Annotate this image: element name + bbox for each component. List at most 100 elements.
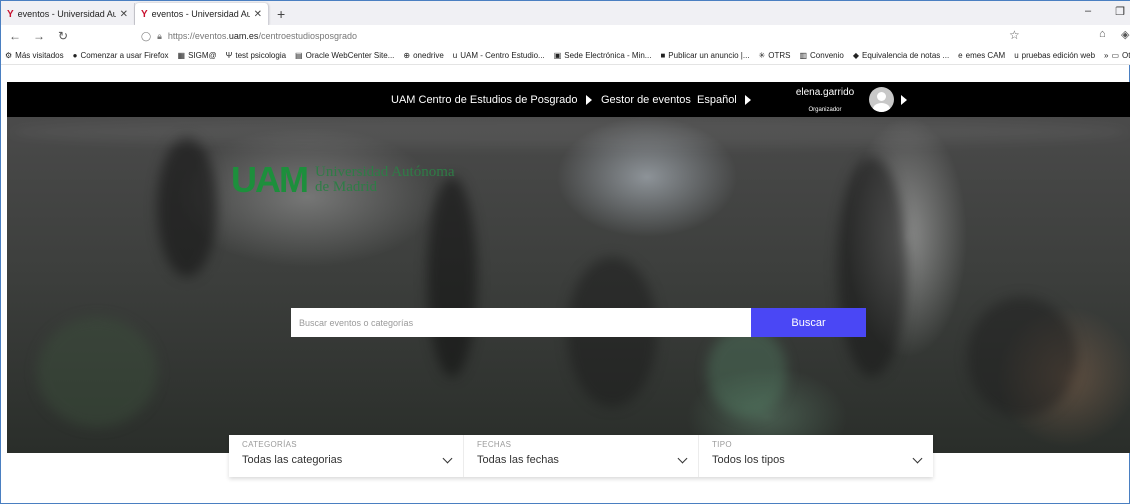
bookmark-label: Comenzar a usar Firefox	[80, 51, 169, 60]
user-role: Organizador	[808, 106, 842, 113]
center-menu[interactable]: UAM Centro de Estudios de Posgrado	[391, 82, 592, 117]
other-bookmarks-label: Otros ma	[1122, 51, 1130, 60]
bookmark-label: Publicar un anuncio |...	[668, 51, 750, 60]
minimize-icon[interactable]: –	[1085, 5, 1091, 18]
filter-categories[interactable]: CATEGORÍAS Todas las categorias	[229, 435, 464, 477]
forward-icon[interactable]: →	[29, 29, 49, 43]
bookmark-item[interactable]: ▣ Sede Electrónica - Min...	[554, 51, 652, 60]
otrs-icon: ✳	[758, 51, 766, 60]
close-tab-icon[interactable]: ✕	[254, 9, 262, 20]
restore-icon[interactable]: ❐	[1115, 5, 1125, 18]
events-manager-link[interactable]: Gestor de eventos	[601, 82, 691, 117]
gear-icon: ⚙	[5, 51, 13, 60]
events-manager-label: Gestor de eventos	[601, 93, 691, 106]
tab-title: eventos - Universidad Autónom	[17, 9, 116, 19]
bookmark-item[interactable]: Ψtest psicologia	[226, 51, 286, 60]
bookmark-item[interactable]: ▥ Convenio	[799, 51, 843, 60]
caret-right-icon	[901, 94, 907, 105]
site-topbar: UAM Centro de Estudios de Posgrado Gesto…	[7, 82, 1130, 117]
filter-dates[interactable]: FECHAS Todas las fechas	[464, 435, 699, 477]
convenio-icon: ▥	[799, 51, 808, 60]
bookmark-item[interactable]: u pruebas edición web	[1014, 51, 1095, 60]
uam-icon: u	[452, 51, 458, 60]
reload-icon[interactable]: ↻	[53, 29, 73, 43]
bookmark-item[interactable]: ⊕ onedrive	[403, 51, 443, 60]
center-name: UAM Centro de Estudios de Posgrado	[391, 93, 578, 106]
uam-favicon-icon: Y	[7, 8, 14, 20]
avatar[interactable]	[869, 87, 894, 112]
bookmark-label: Más visitados	[15, 51, 64, 60]
bookmark-label: pruebas edición web	[1021, 51, 1096, 60]
user-menu-toggle[interactable]	[901, 82, 907, 117]
new-tab-icon[interactable]: +	[269, 3, 293, 25]
bookmark-label: UAM - Centro Estudio...	[460, 51, 545, 60]
shield-icon: ◯	[141, 30, 152, 41]
uam-icon: u	[1014, 51, 1019, 60]
uam-logo[interactable]: UAM Universidad Autónoma de Madrid	[231, 159, 455, 201]
firefox-icon: ●	[72, 51, 78, 60]
close-tab-icon[interactable]: ✕	[120, 9, 128, 20]
bookmark-item[interactable]: ⚙ Más visitados	[5, 51, 64, 60]
double-chevron-icon: »	[1104, 51, 1109, 60]
pocket-icon[interactable]: ⌂	[1099, 28, 1106, 40]
edge-icon: e	[958, 51, 963, 60]
logo-text: Universidad Autónoma de Madrid	[314, 164, 455, 195]
bookmark-item[interactable]: e emes CAM	[958, 51, 1005, 60]
filter-label: TIPO	[712, 440, 732, 449]
browser-tab-active[interactable]: Y eventos - Universidad Autónom ✕	[135, 3, 269, 25]
browser-tab[interactable]: Y eventos - Universidad Autónom ✕	[1, 3, 135, 25]
search-button[interactable]: Buscar	[751, 308, 866, 337]
bookmark-item[interactable]: ▦ SIGM@	[178, 51, 217, 60]
language-menu[interactable]: Español	[697, 82, 751, 117]
bookmark-label: Equivalencia de notas ...	[862, 51, 950, 60]
bookmark-item[interactable]: ✳ OTRS	[759, 51, 791, 60]
bookmark-label: Oracle WebCenter Site...	[305, 51, 395, 60]
filter-value: Todas las fechas	[477, 454, 559, 466]
bookmark-item[interactable]: ◆ Equivalencia de notas ...	[853, 51, 949, 60]
folder-icon: ▭	[1111, 51, 1120, 60]
bookmark-item[interactable]: ▤ Oracle WebCenter Site...	[295, 51, 394, 60]
filter-bar: CATEGORÍAS Todas las categorias FECHAS T…	[229, 435, 933, 477]
browser-navbar: ← → ↻ ◯ 🔒︎ https://eventos.uam.es/centro…	[1, 25, 1130, 47]
bookmark-label: onedrive	[413, 51, 444, 60]
bookmark-item[interactable]: ■ Publicar un anuncio |...	[660, 51, 749, 60]
logo-mark: UAM	[231, 159, 309, 200]
sede-icon: ▣	[553, 51, 562, 60]
shield-extension-icon[interactable]: ◈	[1121, 28, 1129, 41]
caret-right-icon	[585, 94, 592, 105]
bookmarks-bar: ⚙ Más visitados ● Comenzar a usar Firefox ▦ S…	[1, 47, 1130, 65]
sigm-icon: ▦	[177, 51, 186, 60]
caret-right-icon	[744, 94, 751, 105]
tab-title: eventos - Universidad Autónom	[151, 9, 250, 19]
lock-icon: 🔒︎	[157, 30, 162, 41]
url-text: https://eventos.uam.es/centroestudiospos…	[167, 31, 358, 41]
psy-icon: Ψ	[225, 51, 233, 60]
back-icon[interactable]: ←	[5, 29, 25, 43]
browser-tabstrip: Y eventos - Universidad Autónom ✕ Y even…	[1, 1, 1130, 25]
bookmark-item[interactable]: u UAM - Centro Estudio...	[453, 51, 545, 60]
bookmark-label: test psicologia	[235, 51, 287, 60]
bookmark-label: OTRS	[768, 51, 791, 60]
filter-value: Todos los tipos	[712, 454, 785, 466]
bookmark-label: SIGM@	[188, 51, 217, 60]
bookmark-label: Convenio	[810, 51, 844, 60]
filter-type[interactable]: TIPO Todos los tipos	[699, 435, 933, 477]
window-controls: – ❐	[1085, 5, 1125, 18]
other-bookmarks[interactable]: »▭Otros ma	[1104, 51, 1130, 60]
bookmark-label: emes CAM	[965, 51, 1006, 60]
search-input[interactable]	[291, 308, 751, 337]
publicar-icon: ■	[660, 51, 666, 60]
globe-icon: ⊕	[403, 51, 411, 60]
bookmark-item[interactable]: ● Comenzar a usar Firefox	[73, 51, 169, 60]
filter-value: Todas las categorias	[242, 454, 343, 466]
bookmark-star-icon[interactable]: ☆	[1009, 28, 1020, 42]
username: elena.garrido	[795, 86, 855, 98]
language-label: Español	[697, 93, 737, 106]
user-info[interactable]: elena.garrido Organizador	[791, 82, 859, 117]
uam-favicon-icon: Y	[141, 8, 148, 20]
hero-background	[7, 117, 1130, 453]
bookmark-label: Sede Electrónica - Min...	[564, 51, 652, 60]
filter-label: FECHAS	[477, 440, 512, 449]
notas-icon: ◆	[852, 51, 859, 60]
url-bar[interactable]: ◯ 🔒︎ https://eventos.uam.es/centroestudi…	[141, 27, 1031, 45]
